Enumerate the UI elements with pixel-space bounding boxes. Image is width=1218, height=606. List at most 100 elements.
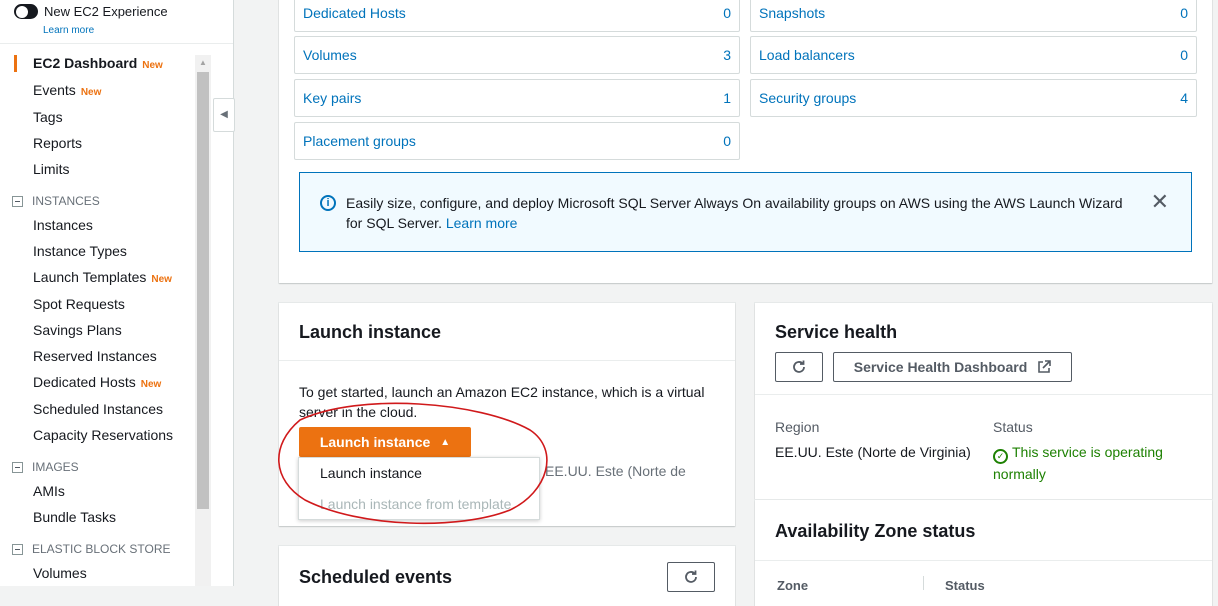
sidebar-item-launch-templates[interactable]: Launch Templates New bbox=[33, 269, 172, 285]
check-circle-icon: ✓ bbox=[993, 449, 1008, 464]
resource-volumes[interactable]: Volumes 3 bbox=[294, 36, 740, 74]
scheduled-events-title: Scheduled events bbox=[299, 567, 453, 587]
resource-count: 4 bbox=[1180, 90, 1188, 106]
panel-divider bbox=[755, 560, 1212, 561]
resource-label: Security groups bbox=[759, 90, 857, 106]
collapse-sidebar-button[interactable]: ◀ bbox=[213, 98, 235, 132]
active-indicator bbox=[14, 55, 17, 72]
resource-label: Dedicated Hosts bbox=[303, 5, 406, 21]
sidebar-item-limits[interactable]: Limits bbox=[33, 161, 70, 177]
scrollbar-thumb[interactable] bbox=[197, 72, 209, 509]
resource-label: Placement groups bbox=[303, 133, 416, 149]
panel-divider bbox=[755, 394, 1212, 395]
resource-label: Snapshots bbox=[759, 5, 826, 21]
caret-up-icon: ▲ bbox=[440, 436, 451, 448]
resource-load-balancers[interactable]: Load balancers 0 bbox=[750, 36, 1197, 74]
sidebar-item-label: Dedicated Hosts bbox=[33, 374, 136, 390]
sidebar-item-spot-requests[interactable]: Spot Requests bbox=[33, 296, 125, 312]
resource-label: Volumes bbox=[303, 47, 357, 63]
sidebar-item-dedicated-hosts[interactable]: Dedicated Hosts New bbox=[33, 374, 161, 390]
column-divider bbox=[923, 576, 924, 590]
service-health-dashboard-button[interactable]: Service Health Dashboard bbox=[833, 352, 1072, 382]
resource-count: 0 bbox=[1180, 5, 1188, 21]
resource-placement-groups[interactable]: Placement groups 0 bbox=[294, 122, 740, 160]
resource-label: Load balancers bbox=[759, 47, 855, 63]
resource-snapshots[interactable]: Snapshots 0 bbox=[750, 0, 1197, 32]
refresh-icon bbox=[685, 570, 697, 583]
collapse-minus-icon[interactable] bbox=[12, 543, 23, 555]
sidebar-item-events[interactable]: Events New bbox=[33, 82, 101, 98]
sidebar: New EC2 Experience Learn more EC2 Dashbo… bbox=[0, 0, 234, 586]
new-badge: New bbox=[142, 60, 163, 71]
launch-instance-title: Launch instance bbox=[299, 322, 442, 342]
resource-key-pairs[interactable]: Key pairs 1 bbox=[294, 79, 740, 117]
toggle-label: New EC2 Experience bbox=[44, 4, 168, 19]
resource-count: 0 bbox=[1180, 47, 1188, 63]
sidebar-item-label: Events bbox=[33, 82, 76, 98]
resource-count: 0 bbox=[723, 133, 731, 149]
sidebar-item-instance-types[interactable]: Instance Types bbox=[33, 243, 127, 259]
launch-description: To get started, launch an Amazon EC2 ins… bbox=[299, 384, 705, 420]
section-ebs[interactable]: ELASTIC BLOCK STORE bbox=[12, 542, 171, 556]
sidebar-item-reports[interactable]: Reports bbox=[33, 135, 82, 151]
section-instances[interactable]: INSTANCES bbox=[12, 194, 100, 208]
sidebar-item-label: EC2 Dashboard bbox=[33, 55, 138, 71]
collapse-minus-icon[interactable] bbox=[12, 195, 23, 207]
service-health-title: Service health bbox=[775, 322, 898, 342]
section-label: IMAGES bbox=[32, 460, 79, 474]
scroll-up-arrow-icon[interactable]: ▲ bbox=[195, 55, 211, 71]
external-link-icon bbox=[1038, 360, 1052, 373]
resource-label: Key pairs bbox=[303, 90, 362, 106]
info-icon: i bbox=[320, 195, 336, 211]
section-images[interactable]: IMAGES bbox=[12, 460, 79, 474]
new-badge: New bbox=[80, 87, 102, 98]
section-label: INSTANCES bbox=[32, 194, 100, 208]
region-label: Region bbox=[775, 419, 820, 435]
az-status-title: Availability Zone status bbox=[775, 521, 976, 541]
new-badge: New bbox=[140, 379, 162, 390]
section-label: ELASTIC BLOCK STORE bbox=[32, 542, 171, 556]
resource-count: 3 bbox=[723, 47, 731, 63]
alert-learn-more-link[interactable]: Learn more bbox=[446, 215, 518, 231]
sidebar-item-label: Launch Templates bbox=[33, 269, 147, 285]
sidebar-item-volumes[interactable]: Volumes bbox=[33, 565, 87, 581]
launch-dropdown-menu: Launch instance Launch instance from tem… bbox=[298, 457, 540, 520]
sidebar-item-reserved-instances[interactable]: Reserved Instances bbox=[33, 348, 157, 364]
chevron-left-icon: ◀ bbox=[220, 109, 228, 120]
learn-more-link[interactable]: Learn more bbox=[43, 25, 94, 36]
sidebar-scrollbar[interactable]: ▲ bbox=[195, 55, 211, 586]
resource-count: 0 bbox=[723, 5, 731, 21]
status-label: Status bbox=[993, 419, 1033, 435]
sidebar-divider bbox=[0, 43, 233, 44]
button-label: Service Health Dashboard bbox=[853, 359, 1028, 375]
collapse-minus-icon[interactable] bbox=[12, 461, 23, 473]
sidebar-item-savings-plans[interactable]: Savings Plans bbox=[33, 322, 122, 338]
refresh-health-button[interactable] bbox=[775, 352, 823, 382]
menu-item-launch-from-template[interactable]: Launch instance from template bbox=[320, 496, 511, 512]
refresh-icon bbox=[793, 360, 805, 373]
sidebar-item-bundle-tasks[interactable]: Bundle Tasks bbox=[33, 509, 116, 525]
resource-dedicated-hosts[interactable]: Dedicated Hosts 0 bbox=[294, 0, 740, 32]
sidebar-item-tags[interactable]: Tags bbox=[33, 109, 63, 125]
sidebar-item-capacity-reservations[interactable]: Capacity Reservations bbox=[33, 427, 173, 443]
toggle-switch[interactable] bbox=[14, 4, 38, 19]
resource-security-groups[interactable]: Security groups 4 bbox=[750, 79, 1197, 117]
sidebar-item-scheduled-instances[interactable]: Scheduled Instances bbox=[33, 401, 163, 417]
resource-count: 1 bbox=[723, 90, 731, 106]
alert-message: Easily size, configure, and deploy Micro… bbox=[346, 193, 1136, 233]
launch-instance-button[interactable]: Launch instance ▲ bbox=[299, 427, 471, 457]
sidebar-item-ec2-dashboard[interactable]: EC2 Dashboard New bbox=[33, 55, 163, 71]
region-value: EE.UU. Este (Norte de Virginia) bbox=[775, 444, 971, 460]
button-label: Launch instance bbox=[319, 434, 431, 450]
region-text-behind: EE.UU. Este (Norte de bbox=[545, 463, 686, 479]
menu-item-launch-instance[interactable]: Launch instance bbox=[320, 465, 422, 481]
status-value: ✓ This service is operating normally bbox=[993, 442, 1193, 484]
panel-divider bbox=[279, 360, 735, 361]
close-icon[interactable]: ✕ bbox=[1151, 191, 1169, 213]
sidebar-item-instances[interactable]: Instances bbox=[33, 217, 93, 233]
refresh-events-button[interactable] bbox=[667, 562, 715, 592]
new-badge: New bbox=[151, 274, 172, 285]
new-experience-toggle-row[interactable]: New EC2 Experience bbox=[14, 4, 168, 19]
sidebar-item-amis[interactable]: AMIs bbox=[33, 483, 65, 499]
status-text: This service is operating normally bbox=[993, 444, 1163, 482]
